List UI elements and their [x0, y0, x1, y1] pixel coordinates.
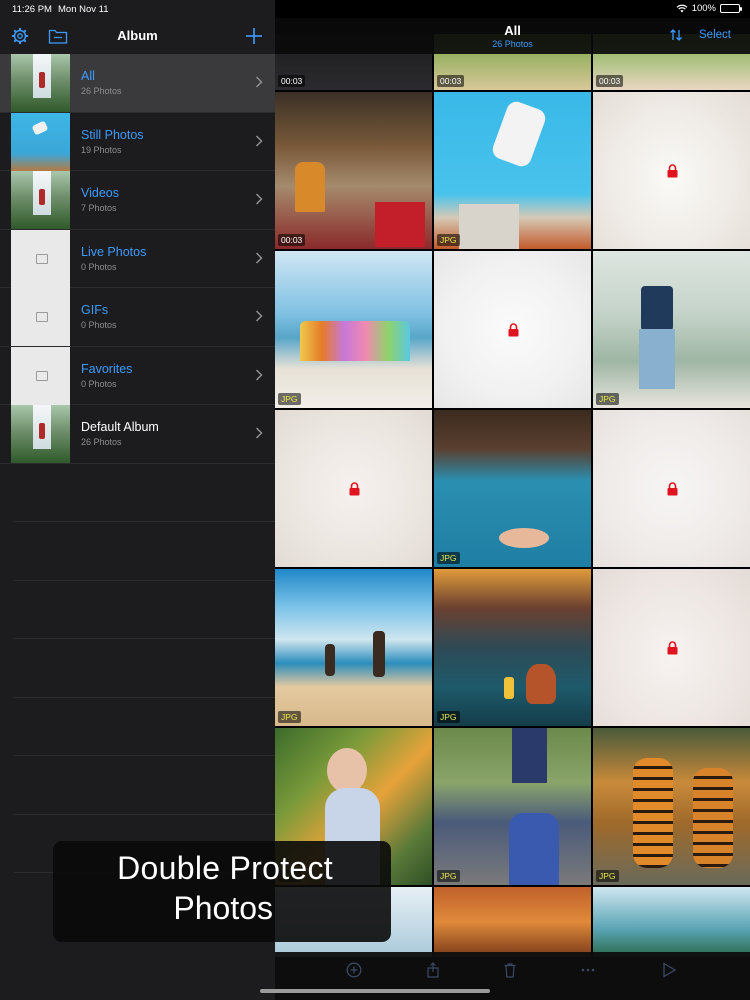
photo-thumbnail[interactable]: JPG [593, 251, 750, 408]
chevron-right-icon [255, 134, 263, 147]
photo-thumbnail[interactable] [434, 887, 591, 957]
lock-icon [349, 481, 359, 495]
locked-photo-thumbnail[interactable] [593, 92, 750, 249]
status-bar: 11:26 PM Mon Nov 11 100% [0, 0, 750, 18]
sidebar-title: Album [117, 28, 158, 43]
album-thumbnail [11, 346, 70, 405]
select-button[interactable]: Select [699, 29, 731, 41]
list-separator [14, 639, 275, 698]
album-thumbnail [11, 112, 70, 171]
jpg-badge: JPG [437, 552, 460, 564]
jpg-badge: JPG [437, 234, 460, 246]
album-name: Favorites [81, 361, 133, 376]
chevron-right-icon [255, 427, 263, 439]
album-row-gifs[interactable]: GIFs 0 Photos [0, 288, 275, 347]
video-duration-badge: 00:03 [437, 75, 465, 87]
list-separator [14, 522, 275, 581]
trash-icon[interactable] [502, 962, 518, 978]
album-list: All 26 Photos Still Photos 19 Photos Vid… [0, 54, 275, 873]
locked-photo-thumbnail[interactable] [593, 410, 750, 567]
list-separator [14, 698, 275, 756]
locked-photo-thumbnail[interactable] [593, 569, 750, 726]
chevron-right-icon [255, 251, 263, 264]
album-row-live-photos[interactable]: Live Photos 0 Photos [0, 229, 275, 288]
album-count: 26 Photos [81, 437, 122, 447]
video-duration-badge: 00:03 [596, 75, 624, 87]
chevron-right-icon [255, 310, 263, 322]
promo-line-2: Photos [173, 890, 273, 926]
promo-line-1: Double Protect [117, 850, 333, 886]
album-row-all[interactable]: All 26 Photos [0, 54, 275, 113]
more-icon[interactable] [580, 962, 596, 978]
album-name: Live Photos [81, 244, 147, 259]
locked-photo-thumbnail[interactable] [275, 410, 432, 567]
album-count: 0 Photos [81, 320, 117, 330]
promo-caption: Double Protect Photos [53, 841, 391, 942]
jpg-badge: JPG [278, 393, 301, 405]
photo-thumbnail[interactable]: JPG [434, 410, 591, 567]
album-name: Still Photos [81, 127, 144, 142]
photo-thumbnail[interactable]: JPG [275, 569, 432, 726]
album-thumbnail [11, 288, 70, 346]
photo-thumbnail[interactable]: JPG [434, 92, 591, 249]
album-name: GIFs [81, 303, 109, 317]
battery-percent: 100% [691, 3, 716, 14]
chevron-right-icon [255, 368, 263, 381]
status-right: 100% [676, 3, 742, 14]
jpg-badge: JPG [437, 870, 460, 882]
album-count: 7 Photos [81, 203, 117, 213]
play-icon[interactable] [661, 962, 677, 978]
add-circle-icon[interactable] [346, 962, 362, 978]
sidebar-nav-bar: Album [0, 18, 275, 54]
jpg-badge: JPG [596, 393, 619, 405]
video-duration-badge: 00:03 [278, 75, 306, 87]
album-count: 19 Photos [81, 144, 122, 155]
chevron-right-icon [255, 76, 263, 88]
album-thumbnail [11, 229, 70, 288]
lock-icon [667, 481, 677, 495]
locked-photo-thumbnail[interactable] [434, 251, 591, 408]
photo-thumbnail[interactable]: JPG [275, 251, 432, 408]
album-count: 0 Photos [81, 261, 117, 272]
battery-icon [720, 4, 742, 13]
photo-thumbnail[interactable]: JPG [434, 569, 591, 726]
video-thumbnail[interactable]: 00:03 [275, 92, 432, 249]
lock-icon [667, 640, 677, 654]
jpg-badge: JPG [437, 711, 460, 723]
album-row-default-album[interactable]: Default Album 26 Photos [0, 405, 275, 464]
album-name: Default Album [81, 420, 159, 434]
album-row-videos[interactable]: Videos 7 Photos [0, 171, 275, 230]
status-date: Mon Nov 11 [58, 4, 109, 15]
album-count: 0 Photos [81, 378, 117, 389]
lock-icon [667, 163, 677, 177]
photo-thumbnail[interactable]: JPG [434, 728, 591, 885]
list-separator [14, 464, 275, 522]
home-indicator [260, 989, 490, 993]
photo-thumbnail[interactable]: JPG [593, 728, 750, 885]
sort-icon[interactable] [669, 28, 683, 42]
album-name: All [81, 69, 95, 83]
chevron-right-icon [255, 193, 263, 205]
share-icon[interactable] [425, 962, 441, 978]
list-separator [14, 756, 275, 815]
lock-icon [508, 322, 518, 336]
list-separator [14, 581, 275, 639]
album-row-still-photos[interactable]: Still Photos 19 Photos [0, 112, 275, 171]
plus-icon[interactable] [244, 26, 264, 46]
jpg-badge: JPG [596, 870, 619, 882]
album-thumbnail [11, 54, 70, 112]
album-count: 26 Photos [81, 86, 122, 96]
album-row-favorites[interactable]: Favorites 0 Photos [0, 346, 275, 405]
album-thumbnail [11, 171, 70, 229]
status-time: 11:26 PM [12, 4, 52, 15]
video-duration-badge: 00:03 [278, 234, 306, 246]
main-nav-bar: All 26 Photos Select [275, 18, 750, 54]
album-thumbnail [11, 405, 70, 463]
jpg-badge: JPG [278, 711, 301, 723]
photo-thumbnail[interactable] [593, 887, 750, 957]
wifi-icon [676, 4, 688, 13]
album-name: Videos [81, 186, 119, 200]
